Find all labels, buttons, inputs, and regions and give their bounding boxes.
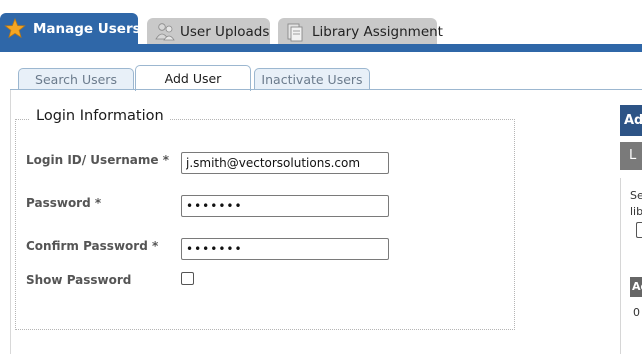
top-tab-bar: Manage Users User Uploads Library Assign…	[0, 0, 642, 52]
show-password-label: Show Password	[26, 273, 132, 287]
tab-library-assignment-label: Library Assignment	[312, 24, 443, 40]
right-panel-header: Ad	[620, 105, 642, 136]
right-panel-header-text: Ad	[624, 113, 642, 128]
right-panel-text-1: Se	[630, 189, 642, 202]
username-input[interactable]	[181, 152, 389, 174]
right-panel-table-header-text: Ac	[632, 280, 642, 293]
right-panel-table-header: Ac	[630, 277, 642, 297]
login-information-fieldset	[15, 119, 515, 330]
password-input[interactable]	[181, 195, 389, 217]
tab-user-uploads-label: User Uploads	[180, 24, 270, 40]
right-panel-text-2: lib	[630, 205, 642, 218]
tab-bar-underline	[0, 44, 642, 52]
login-information-legend: Login Information	[30, 108, 170, 124]
confirm-password-label: Confirm Password *	[26, 239, 159, 253]
right-panel-checkbox[interactable]	[636, 222, 642, 238]
tab-manage-users[interactable]: Manage Users	[0, 13, 141, 44]
username-label: Login ID/ Username *	[26, 153, 169, 167]
right-panel-button[interactable]: L	[620, 142, 642, 170]
show-password-checkbox[interactable]	[181, 272, 194, 285]
subtab-add-user[interactable]: Add User	[135, 65, 251, 91]
tab-manage-users-label: Manage Users	[33, 21, 141, 37]
subtab-search-users[interactable]: Search Users	[18, 68, 134, 90]
confirm-password-input[interactable]	[181, 238, 389, 260]
password-label: Password *	[26, 196, 102, 210]
sub-tab-bar: Search Users Add User Inactivate Users	[0, 52, 642, 91]
tab-library-assignment[interactable]: Library Assignment	[278, 18, 443, 44]
tab-user-uploads[interactable]: User Uploads	[147, 18, 270, 44]
subtab-inactivate-users[interactable]: Inactivate Users	[254, 68, 370, 90]
right-panel-row-value: 0	[633, 306, 640, 319]
right-panel-button-text: L	[629, 148, 637, 163]
